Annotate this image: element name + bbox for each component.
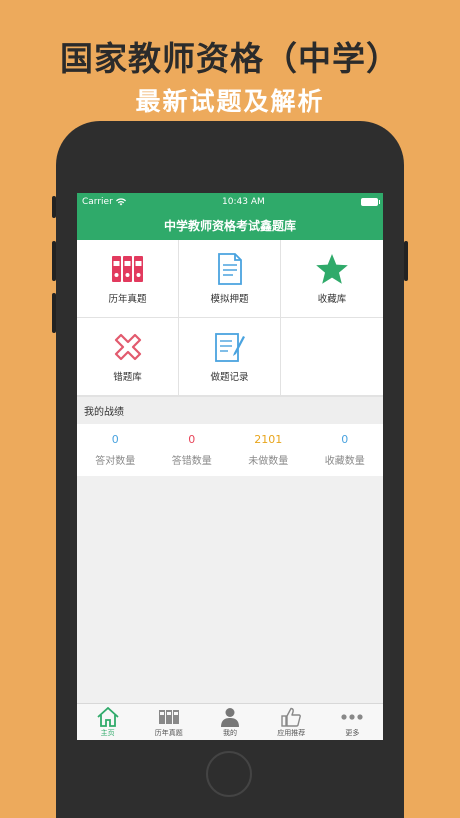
home-icon xyxy=(96,706,119,727)
tab-label: 主页 xyxy=(100,728,115,737)
status-bar: Carrier 10:43 AM xyxy=(77,193,383,210)
stat-correct[interactable]: 0 答对数量 xyxy=(77,424,154,476)
menu-item-label: 错题库 xyxy=(113,372,142,383)
menu-empty-cell xyxy=(281,318,383,396)
notepad-icon xyxy=(214,333,245,362)
stat-undone[interactable]: 2101 未做数量 xyxy=(230,424,307,476)
app-screen: Carrier 10:43 AM 中学教师资格考试鑫题库 历年真题 模拟押题 收… xyxy=(77,193,383,740)
promo-subtitle: 最新试题及解析 xyxy=(135,87,325,116)
menu-item-history[interactable]: 做题记录 xyxy=(179,318,281,396)
page-title: 中学教师资格考试鑫题库 xyxy=(163,218,296,233)
menu-item-label: 做题记录 xyxy=(210,372,249,383)
nav-bar: 中学教师资格考试鑫题库 xyxy=(77,210,383,240)
tab-label: 我的 xyxy=(223,728,237,737)
menu-item-past-exams[interactable]: 历年真题 xyxy=(77,240,179,318)
stat-label: 未做数量 xyxy=(248,456,289,467)
tab-recommend[interactable]: 应用推荐 xyxy=(261,704,322,740)
stats-row: 0 答对数量 0 答错数量 2101 未做数量 0 收藏数量 xyxy=(77,424,383,476)
stat-label: 答对数量 xyxy=(95,456,136,467)
wifi-icon xyxy=(115,197,126,205)
tab-label: 应用推荐 xyxy=(277,728,306,737)
status-time: 10:43 AM xyxy=(222,196,265,207)
cross-icon xyxy=(114,333,141,361)
stat-label: 收藏数量 xyxy=(324,456,365,467)
stat-value: 2101 xyxy=(254,433,283,446)
phone-volume-up xyxy=(52,241,56,281)
stat-wrong[interactable]: 0 答错数量 xyxy=(154,424,231,476)
phone-home-button[interactable] xyxy=(206,751,252,797)
promo-title: 国家教师资格（中学） xyxy=(60,39,400,78)
tab-more[interactable]: 更多 xyxy=(322,704,383,740)
menu-item-wrong-answers[interactable]: 错题库 xyxy=(77,318,179,396)
tab-past-exams[interactable]: 历年真题 xyxy=(138,704,199,740)
phone-silent-switch xyxy=(52,196,56,218)
battery-icon xyxy=(360,197,380,206)
tab-label: 更多 xyxy=(345,728,360,737)
document-icon xyxy=(217,253,242,285)
record-section-header: 我的战绩 xyxy=(77,396,383,424)
stat-value: 0 xyxy=(341,433,349,446)
thumbs-up-icon xyxy=(281,707,302,727)
phone-power-button xyxy=(404,241,408,281)
more-icon xyxy=(341,713,364,720)
tab-mine[interactable]: 我的 xyxy=(199,704,260,740)
menu-item-label: 收藏库 xyxy=(317,294,347,305)
binders-icon xyxy=(111,256,143,282)
record-header-label: 我的战绩 xyxy=(84,407,124,418)
menu-item-label: 模拟押题 xyxy=(210,294,249,305)
person-icon xyxy=(221,707,239,727)
tab-bar: 主页 历年真题 我的 应用推荐 更多 xyxy=(77,703,383,740)
star-icon xyxy=(316,254,348,284)
stat-value: 0 xyxy=(111,433,119,446)
menu-item-favorites[interactable]: 收藏库 xyxy=(281,240,383,318)
stat-value: 0 xyxy=(188,433,196,446)
stat-favorites[interactable]: 0 收藏数量 xyxy=(307,424,384,476)
binders-icon xyxy=(158,709,179,724)
stat-label: 答错数量 xyxy=(171,456,212,467)
menu-item-mock-exams[interactable]: 模拟押题 xyxy=(179,240,281,318)
menu-item-label: 历年真题 xyxy=(108,294,147,305)
carrier-label: Carrier xyxy=(82,196,113,207)
tab-label: 历年真题 xyxy=(154,728,183,737)
tab-home[interactable]: 主页 xyxy=(77,704,138,740)
phone-volume-down xyxy=(52,293,56,333)
menu-grid: 历年真题 模拟押题 收藏库 错题库 做题记录 xyxy=(77,240,383,396)
